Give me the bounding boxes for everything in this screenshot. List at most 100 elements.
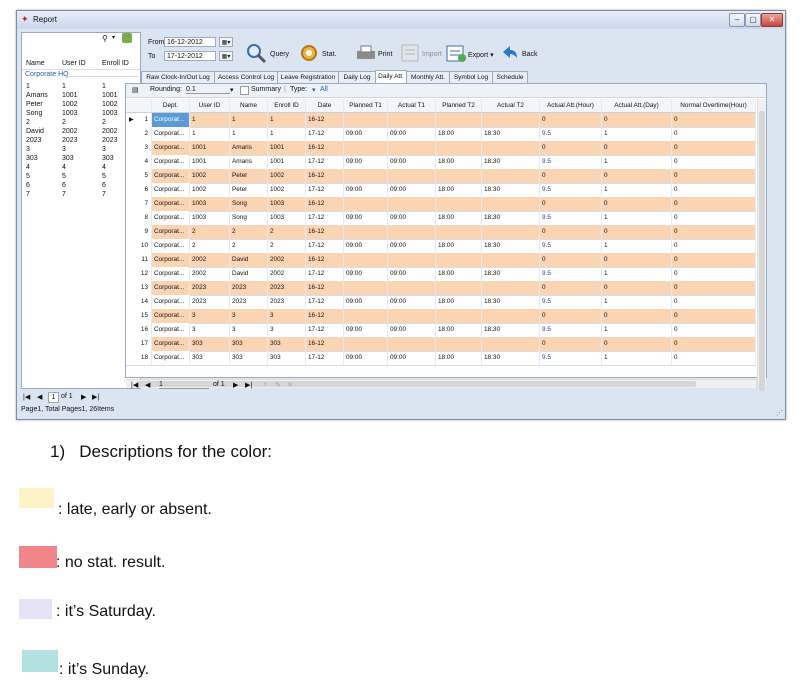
table-cell[interactable]: Corporat... <box>152 211 190 225</box>
table-cell[interactable]: 16-12 <box>306 225 344 239</box>
from-date-picker-button[interactable]: ▦▾ <box>219 37 233 47</box>
table-cell[interactable]: 2 <box>190 225 230 239</box>
edit-row-button[interactable]: ✎ <box>275 381 281 389</box>
table-cell[interactable]: 0 <box>540 309 602 323</box>
table-cell[interactable]: 16-12 <box>306 281 344 295</box>
table-cell[interactable] <box>388 169 436 183</box>
table-cell[interactable] <box>482 197 540 211</box>
table-cell[interactable]: 0 <box>672 155 756 169</box>
table-cell[interactable]: 1 <box>602 183 672 197</box>
table-row[interactable]: 14 Corporat... 2023 2023 2023 17-12 09:00 09:00… <box>126 295 756 310</box>
print-button[interactable]: Print <box>355 42 399 66</box>
table-cell[interactable]: 9.5 <box>540 295 602 309</box>
list-item[interactable]: Amaris 1001 1001 <box>22 92 140 101</box>
table-cell[interactable]: 1001 <box>190 141 230 155</box>
row-number[interactable]: 14 <box>126 295 152 309</box>
grid-prev-page-button[interactable]: ◀ <box>145 381 150 389</box>
col-name[interactable]: Name <box>26 60 45 67</box>
table-cell[interactable]: 0 <box>672 267 756 281</box>
table-cell[interactable]: 0 <box>672 183 756 197</box>
row-number[interactable]: 4 <box>126 155 152 169</box>
table-cell[interactable]: 1003 <box>190 197 230 211</box>
list-item[interactable]: 2 2 2 <box>22 119 140 128</box>
table-cell[interactable] <box>436 309 482 323</box>
table-cell[interactable]: 1002 <box>190 169 230 183</box>
table-row[interactable]: 16 Corporat... 3 3 3 17-12 09:00 09:00 18:00 18:3… <box>126 323 756 338</box>
table-cell[interactable]: 2 <box>268 239 306 253</box>
vertical-scrollbar[interactable] <box>757 99 766 391</box>
table-cell[interactable] <box>388 253 436 267</box>
column-header[interactable]: Normal Overtime(Hour) <box>672 99 756 113</box>
table-cell[interactable]: 3 <box>190 309 230 323</box>
table-cell[interactable]: 1001 <box>190 155 230 169</box>
table-cell[interactable]: 3 <box>190 323 230 337</box>
table-cell[interactable]: 1002 <box>268 183 306 197</box>
table-row[interactable]: 9 Corporat... 2 2 2 16-12 0 0 0 <box>126 225 756 240</box>
table-cell[interactable]: 0 <box>602 197 672 211</box>
table-cell[interactable]: 18:30 <box>482 351 540 365</box>
table-cell[interactable]: 303 <box>268 351 306 365</box>
list-item[interactable]: Peter 1002 1002 <box>22 101 140 110</box>
table-cell[interactable]: 2023 <box>190 295 230 309</box>
table-cell[interactable]: Corporat... <box>152 141 190 155</box>
minimize-button[interactable]: – <box>729 13 745 27</box>
table-cell[interactable]: 0 <box>540 253 602 267</box>
chevron-down-icon[interactable]: ▾ <box>112 34 115 41</box>
table-cell[interactable]: Corporat... <box>152 169 190 183</box>
close-button[interactable]: ✕ <box>761 13 783 27</box>
add-row-button[interactable]: + <box>263 381 267 388</box>
table-cell[interactable]: 1 <box>190 127 230 141</box>
stat-button[interactable]: Stat. <box>298 42 344 66</box>
table-cell[interactable] <box>436 169 482 183</box>
tab-monthly-att[interactable]: Monthly Att. <box>406 71 450 83</box>
table-cell[interactable]: 9.5 <box>540 155 602 169</box>
table-cell[interactable]: 0 <box>672 239 756 253</box>
table-cell[interactable] <box>436 113 482 127</box>
rounding-chevron-down-icon[interactable]: ▾ <box>230 86 234 94</box>
grid-last-page-button[interactable]: ▶| <box>245 381 252 389</box>
table-cell[interactable]: 0 <box>540 141 602 155</box>
table-cell[interactable]: 0 <box>672 211 756 225</box>
table-cell[interactable]: 1 <box>602 295 672 309</box>
to-date-input[interactable]: 17-12-2012 <box>164 51 216 61</box>
table-cell[interactable]: 0 <box>672 323 756 337</box>
type-chevron-down-icon[interactable]: ▾ <box>312 86 316 94</box>
table-row[interactable]: 18 Corporat... 303 303 303 17-12 09:00 09:00 18:… <box>126 351 756 366</box>
table-cell[interactable]: 18:30 <box>482 295 540 309</box>
table-cell[interactable]: Corporat... <box>152 267 190 281</box>
table-cell[interactable] <box>482 113 540 127</box>
to-date-picker-button[interactable]: ▦▾ <box>219 51 233 61</box>
table-cell[interactable]: David <box>230 267 268 281</box>
back-button[interactable]: Back <box>499 42 541 66</box>
table-cell[interactable]: 0 <box>672 197 756 211</box>
table-cell[interactable]: 09:00 <box>388 211 436 225</box>
table-cell[interactable]: 17-12 <box>306 267 344 281</box>
table-cell[interactable] <box>344 225 388 239</box>
table-cell[interactable] <box>436 141 482 155</box>
table-cell[interactable]: 17-12 <box>306 351 344 365</box>
table-cell[interactable]: 1 <box>602 127 672 141</box>
tab-raw-clock-in-out-log[interactable]: Raw Clock-In/Out Log <box>141 71 215 83</box>
table-cell[interactable]: 1 <box>602 211 672 225</box>
table-cell[interactable]: Song <box>230 197 268 211</box>
table-cell[interactable] <box>344 281 388 295</box>
list-item[interactable]: 5 5 5 <box>22 173 140 182</box>
table-cell[interactable]: 17-12 <box>306 127 344 141</box>
table-cell[interactable]: 1 <box>230 113 268 127</box>
table-cell[interactable]: 2 <box>230 225 268 239</box>
column-header[interactable]: Actual T1 <box>388 99 436 113</box>
table-cell[interactable]: 1001 <box>268 155 306 169</box>
table-cell[interactable]: 2023 <box>190 281 230 295</box>
table-cell[interactable]: 1003 <box>268 197 306 211</box>
row-number[interactable]: 16 <box>126 323 152 337</box>
table-cell[interactable]: 18:00 <box>436 323 482 337</box>
table-cell[interactable]: 0 <box>540 113 602 127</box>
maximize-button[interactable]: ▢ <box>745 13 761 27</box>
row-number[interactable]: 13 <box>126 281 152 295</box>
table-cell[interactable]: 09:00 <box>388 155 436 169</box>
table-cell[interactable] <box>388 337 436 351</box>
table-cell[interactable]: 2 <box>190 239 230 253</box>
table-cell[interactable]: 0 <box>672 127 756 141</box>
column-header[interactable]: Planned T1 <box>344 99 388 113</box>
table-cell[interactable]: 9.5 <box>540 267 602 281</box>
